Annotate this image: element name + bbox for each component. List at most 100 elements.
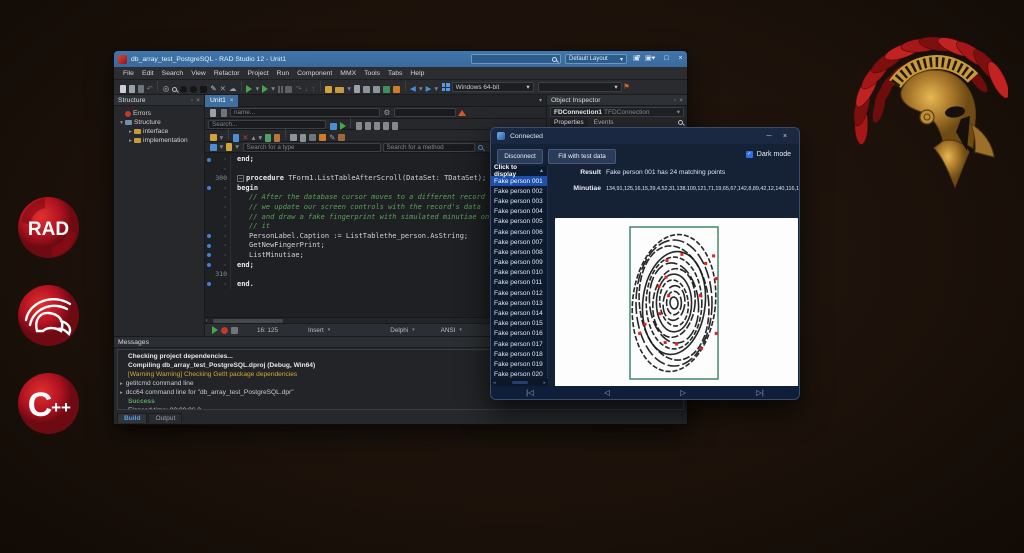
icon-new-file[interactable] [120,85,126,93]
icon-mmx-up[interactable]: ▴ [252,134,256,142]
config-combo[interactable]: ▾ [538,82,622,92]
person-item[interactable]: Fake person 015 [491,319,547,329]
icon-mmx-add-prop[interactable] [274,134,280,142]
icon-component-a[interactable] [180,86,187,93]
icon-step-over[interactable]: ↷ [295,85,301,93]
messages-tab-build[interactable]: Build [117,413,147,423]
structure-item-interface[interactable]: ▸interface [114,127,204,136]
pin-icon[interactable]: ◦ [674,97,676,104]
menu-edit[interactable]: Edit [138,70,158,77]
tab-list-chevron-icon[interactable]: ▾ [539,97,542,104]
close-button[interactable]: × [777,133,793,140]
icon-mmx-add-method[interactable] [265,134,271,142]
icon-cloud[interactable]: ☁ [229,85,237,93]
icon-mmx-down[interactable]: ▾ [258,134,262,142]
structure-item-implementation[interactable]: ▸implementation [114,136,204,145]
close-tab-icon[interactable]: × [230,98,234,104]
fill-test-data-button[interactable]: Fill with test data [548,149,616,164]
icon-find-3[interactable] [374,122,380,130]
icon-save-all[interactable] [138,85,144,93]
icon-macro-play[interactable] [212,326,218,334]
expand-icon[interactable]: ▸ [120,381,123,387]
oi-tab-properties[interactable]: Properties [550,118,588,128]
ide-search-box[interactable] [471,54,561,64]
person-item[interactable]: Fake person 006 [491,227,547,237]
menu-view[interactable]: View [187,70,210,77]
icon-step-out[interactable]: ↑ [312,85,316,93]
person-item[interactable]: Fake person 013 [491,298,547,308]
person-item[interactable]: Fake person 019 [491,359,547,369]
maximize-button[interactable]: □ [660,51,673,67]
language-selector[interactable]: Delphi [390,327,408,334]
icon-mmx-copy[interactable] [233,134,239,142]
icon-view-forms[interactable] [373,86,380,93]
nav-next-button[interactable]: ▷ [680,388,686,397]
icon-macro-stop[interactable] [231,327,238,334]
nav-last-button[interactable]: ▷| [756,388,764,397]
person-item[interactable]: Fake person 003 [491,196,547,206]
icon-unit-chev[interactable]: ▾ [235,143,239,151]
icon-view-units[interactable] [363,86,370,93]
icon-type-filter[interactable] [210,144,217,151]
person-item[interactable]: Fake person 011 [491,278,547,288]
icon-type-filter-chev[interactable]: ▾ [220,143,224,151]
help-button[interactable]: ? [632,51,645,67]
person-item[interactable]: Fake person 007 [491,237,547,247]
person-list[interactable]: Fake person 001Fake person 002Fake perso… [491,176,547,380]
ide-titlebar[interactable]: db_array_test_PostgreSQL - RAD Studio 12… [114,51,687,67]
icon-mmx-chev[interactable]: ▾ [220,134,224,142]
method-search-input[interactable] [383,143,475,152]
mmx-secondary-combo[interactable] [394,108,456,117]
icon-target[interactable]: ◎ [163,85,170,93]
person-item[interactable]: Fake person 018 [491,349,547,359]
platform-combo[interactable]: Windows 64-bit▾ [452,82,534,92]
expand-icon[interactable]: ▸ [120,390,123,396]
close-button[interactable]: × [674,51,687,67]
icon-mmx-save[interactable] [309,134,316,141]
oi-tab-events[interactable]: Events [590,118,618,128]
icon-find-4[interactable] [383,122,389,130]
icon-mmx-fmt[interactable] [319,134,326,141]
icon-pause[interactable] [278,86,280,93]
icon-data-module[interactable] [393,86,400,93]
person-item[interactable]: Fake person 017 [491,339,547,349]
menu-tabs[interactable]: Tabs [384,70,406,77]
icon-open-file[interactable] [129,85,135,93]
icon-run-options[interactable]: ▾ [255,85,259,93]
fold-collapse-icon[interactable]: − [237,175,244,182]
menu-run[interactable]: Run [273,70,293,77]
dark-mode-toggle[interactable]: ✓ Dark mode [746,151,791,158]
encoding-selector[interactable]: ANSI [441,327,456,334]
person-item[interactable]: Fake person 001 [491,176,547,186]
mmx-name-combo[interactable] [230,108,380,117]
minimize-button[interactable]: ─ [761,133,777,140]
icon-mmx-box[interactable] [338,134,345,141]
icon-component-b[interactable] [190,86,197,93]
icon-forward[interactable]: ▶ [426,85,432,93]
message-line[interactable]: Elapsed time: 00:00:06.3 [118,406,683,410]
icon-open-project[interactable] [335,87,344,93]
icon-mmx-grid[interactable] [290,134,297,141]
icon-data-explorer[interactable] [383,86,390,93]
menu-file[interactable]: File [119,70,138,77]
icon-unit-icon[interactable] [226,143,232,151]
editor-search-input[interactable] [208,120,326,129]
editor-tab-unit1[interactable]: Unit1× [205,95,238,107]
icon-back[interactable]: ◀ [410,85,416,93]
icon-mmx-docs[interactable] [300,134,306,142]
person-item[interactable]: Fake person 010 [491,268,547,278]
icon-mmx-pen[interactable]: ✎ [329,134,335,142]
person-item[interactable]: Fake person 014 [491,308,547,318]
oi-component-combo[interactable]: FDConnection1 TFDConnection ▾ [550,107,684,117]
icon-find[interactable] [172,87,177,92]
icon-pen[interactable]: ✎ [210,85,216,93]
method-search-icon[interactable] [478,145,483,150]
icon-mmx-new[interactable] [210,134,217,141]
nav-prior-button[interactable]: ◁ [604,388,610,397]
disconnect-button[interactable]: Disconnect [497,149,543,164]
structure-item-structure[interactable]: ▾Structure [114,118,204,127]
icon-component-c[interactable] [200,86,207,93]
person-item[interactable]: Fake person 005 [491,217,547,227]
menu-help[interactable]: Help [406,70,428,77]
menu-project[interactable]: Project [244,70,273,77]
